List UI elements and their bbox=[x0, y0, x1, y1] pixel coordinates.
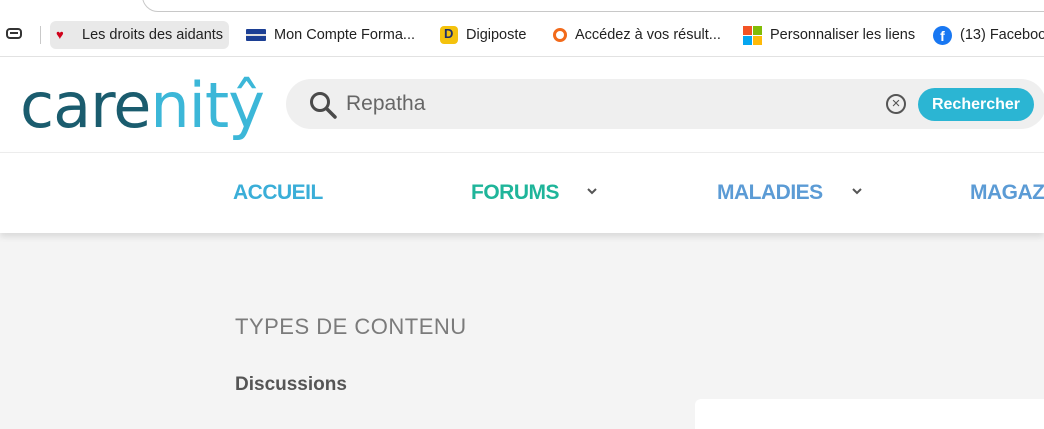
clear-search-icon[interactable]: × bbox=[886, 94, 906, 114]
nav-label: MAGAZ bbox=[970, 181, 1044, 204]
heart-icon: ♥ bbox=[56, 27, 64, 42]
facebook-icon: f bbox=[933, 25, 952, 45]
search-input[interactable]: Repatha bbox=[346, 89, 866, 119]
bookmark-digiposte[interactable]: Digiposte bbox=[434, 21, 532, 49]
logo-part-nity: nitŷ bbox=[150, 69, 265, 142]
content-types-heading: TYPES DE CONTENU bbox=[235, 314, 467, 339]
logo-wordmark: carenitŷ bbox=[20, 75, 265, 137]
microsoft-icon bbox=[743, 25, 762, 45]
bookmarks-bar: ♥ Les droits des aidants Mon Compte Form… bbox=[0, 14, 1044, 57]
results-card bbox=[695, 399, 1044, 429]
bookmark-facebook[interactable]: f (13) Faceboo bbox=[927, 21, 1044, 49]
bookmark-label: (13) Faceboo bbox=[960, 27, 1044, 43]
main-nav: ACCUEIL FORUMS MALADIES MAGAZ bbox=[0, 152, 1044, 233]
bookmark-label: Personnaliser les liens bbox=[770, 27, 916, 43]
site-header: carenitŷ Repatha × Rechercher bbox=[0, 57, 1044, 152]
search-bar: Repatha × Rechercher bbox=[286, 79, 1044, 129]
bookmark-label: Mon Compte Forma... bbox=[274, 27, 416, 43]
address-bar[interactable] bbox=[142, 0, 1044, 12]
bookmark-label: Digiposte bbox=[466, 27, 527, 43]
orange-ring-icon bbox=[553, 28, 567, 42]
search-button[interactable]: Rechercher bbox=[918, 88, 1034, 121]
bookmark-label: Les droits des aidants bbox=[82, 27, 224, 43]
bookmark-label: Accédez à vos résult... bbox=[575, 27, 721, 43]
nav-item-magazine[interactable]: MAGAZ bbox=[970, 181, 1044, 205]
chevron-down-icon[interactable] bbox=[586, 185, 598, 197]
nav-item-accueil[interactable]: ACCUEIL bbox=[233, 181, 323, 205]
filter-discussions[interactable]: Discussions bbox=[235, 374, 347, 396]
bookmark-accedez-resultats[interactable]: Accédez à vos résult... bbox=[545, 21, 727, 49]
bookmarks-divider bbox=[40, 26, 41, 44]
nav-label: FORUMS bbox=[471, 181, 560, 204]
bookmark-personnaliser-liens[interactable]: Personnaliser les liens bbox=[737, 21, 921, 49]
bookmark-droits-aidants[interactable]: ♥ Les droits des aidants bbox=[50, 21, 230, 49]
browser-toolbar bbox=[0, 0, 1044, 14]
nav-item-maladies[interactable]: MALADIES bbox=[717, 181, 823, 205]
nav-label: MALADIES bbox=[717, 181, 823, 204]
carenity-logo[interactable]: carenitŷ bbox=[20, 71, 270, 141]
tab-search-icon[interactable] bbox=[6, 28, 22, 39]
nav-item-forums[interactable]: FORUMS bbox=[471, 181, 560, 205]
search-icon bbox=[310, 92, 337, 119]
digiposte-icon bbox=[440, 26, 458, 44]
nav-label: ACCUEIL bbox=[233, 181, 323, 204]
logo-part-care: care bbox=[20, 69, 151, 142]
chevron-down-icon[interactable] bbox=[851, 185, 863, 197]
bookmark-mon-compte-formation[interactable]: Mon Compte Forma... bbox=[240, 21, 421, 49]
mon-compte-formation-icon bbox=[246, 29, 266, 41]
